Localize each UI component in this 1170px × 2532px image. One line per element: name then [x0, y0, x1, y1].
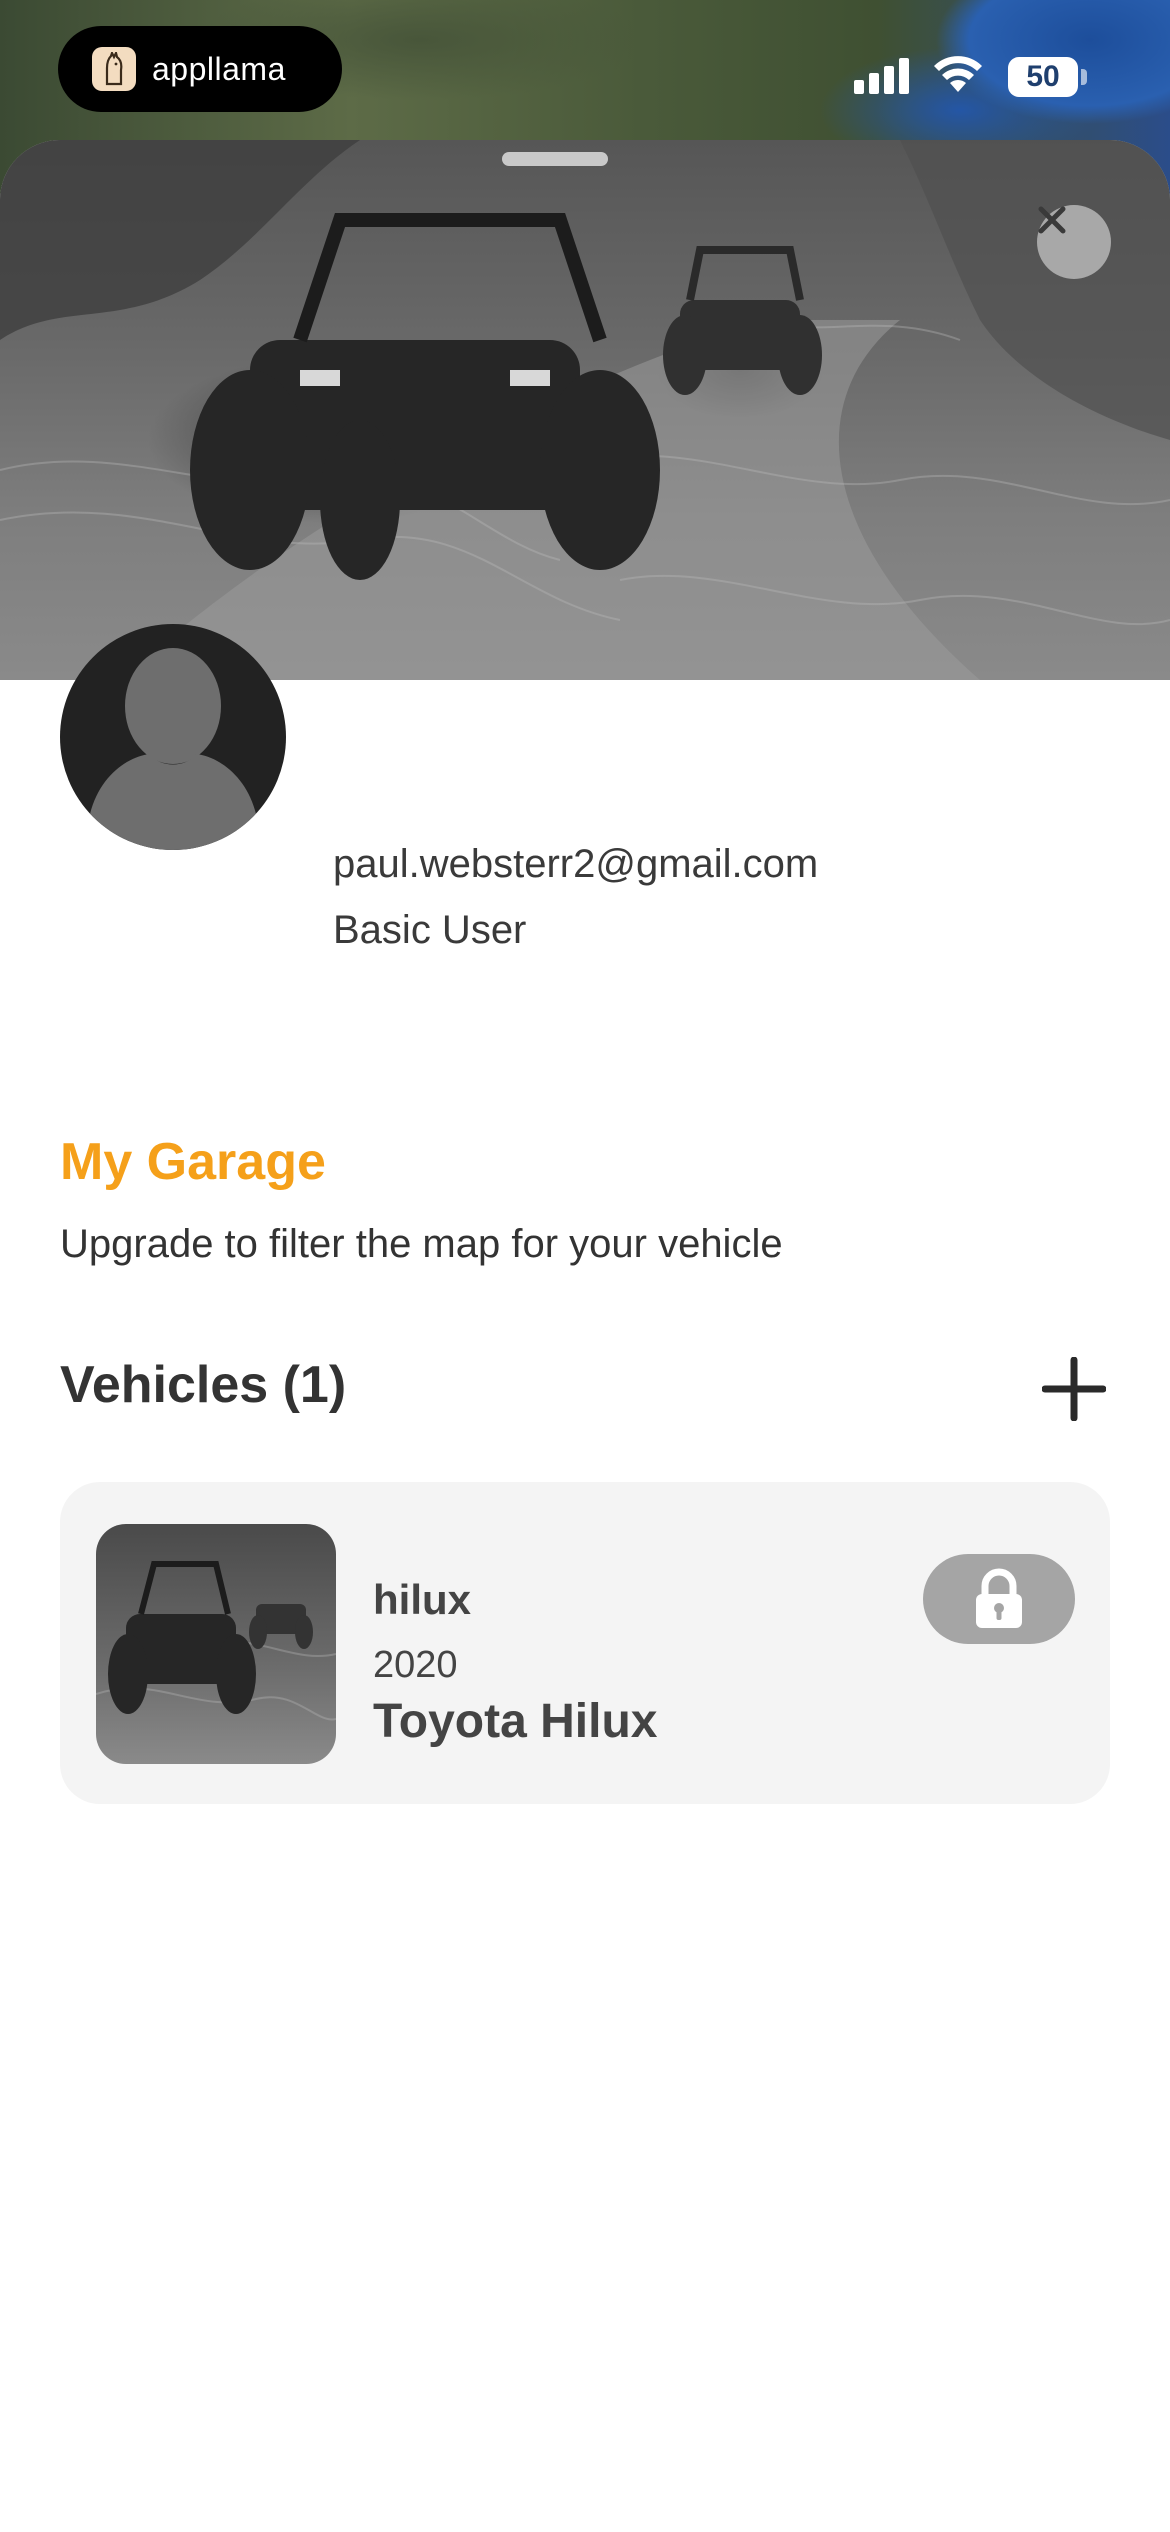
vehicle-photo	[96, 1561, 336, 1721]
vehicles-heading: Vehicles (1)	[60, 1356, 347, 1414]
garage-title: My Garage	[60, 1133, 326, 1191]
wifi-icon	[934, 56, 982, 92]
brand-name: appllama	[152, 50, 286, 87]
battery-level: 50	[1026, 60, 1060, 93]
person-icon	[90, 648, 256, 850]
off-road-buggies-photo	[0, 140, 1170, 680]
user-plan-label: Basic User	[333, 908, 527, 952]
plus-icon	[1041, 1356, 1107, 1422]
llama-logo-icon	[92, 47, 136, 91]
add-vehicle-button[interactable]	[1041, 1356, 1107, 1422]
hero-image	[0, 140, 1170, 680]
close-icon	[1038, 206, 1066, 234]
garage-upgrade-text[interactable]: Upgrade to filter the map for your vehic…	[60, 1222, 783, 1267]
battery-icon: 50	[1008, 57, 1078, 97]
vehicle-card[interactable]: hilux 2020 Toyota Hilux	[60, 1482, 1110, 1804]
profile-sheet	[0, 140, 1170, 2532]
close-button[interactable]	[1037, 205, 1111, 279]
battery-tip	[1081, 69, 1087, 85]
sheet-grabber[interactable]	[502, 152, 608, 166]
vehicle-model: Toyota Hilux	[373, 1695, 658, 1748]
vehicle-year: 2020	[373, 1644, 458, 1686]
lock-icon	[976, 1568, 1022, 1628]
avatar	[60, 624, 286, 850]
vehicle-nickname: hilux	[373, 1576, 472, 1623]
vehicle-thumbnail	[96, 1524, 336, 1764]
cellular-signal-icon	[854, 58, 909, 94]
user-email: paul.websterr2@gmail.com	[333, 842, 819, 886]
brand-pill: appllama	[58, 26, 342, 112]
vehicle-lock-button[interactable]	[923, 1554, 1075, 1644]
status-bar: appllama 50	[0, 0, 1170, 140]
